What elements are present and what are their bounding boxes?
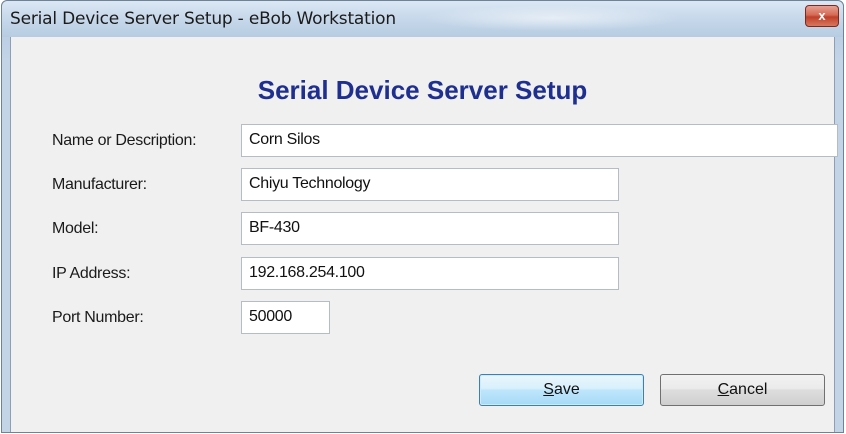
port-number-input[interactable]: 50000 xyxy=(241,301,330,334)
manufacturer-label: Manufacturer: xyxy=(52,176,147,193)
cancel-mnemonic: C xyxy=(717,381,730,398)
model-label: Model: xyxy=(52,220,99,237)
dialog-client-area: Serial Device Server Setup Name or Descr… xyxy=(10,37,838,432)
save-label: ave xyxy=(553,381,580,398)
ip-address-label: IP Address: xyxy=(52,265,131,282)
port-number-label: Port Number: xyxy=(52,309,144,326)
name-description-input[interactable]: Corn Silos xyxy=(241,124,838,157)
save-button[interactable]: Save xyxy=(479,374,644,406)
dialog-window: Serial Device Server Setup - eBob Workst… xyxy=(1,0,844,433)
model-input[interactable]: BF-430 xyxy=(241,212,619,245)
cancel-label: ancel xyxy=(729,381,768,398)
title-bar[interactable]: Serial Device Server Setup - eBob Workst… xyxy=(2,1,843,37)
window-title: Serial Device Server Setup - eBob Workst… xyxy=(10,9,396,29)
form-heading: Serial Device Server Setup xyxy=(257,75,588,105)
name-label: Name or Description: xyxy=(52,132,197,149)
manufacturer-input[interactable]: Chiyu Technology xyxy=(241,168,619,201)
cancel-button[interactable]: Cancel xyxy=(660,374,825,406)
close-button[interactable]: x xyxy=(805,5,839,27)
ip-address-input[interactable]: 192.168.254.100 xyxy=(241,257,619,290)
save-mnemonic: S xyxy=(543,381,554,398)
close-icon[interactable]: x xyxy=(818,8,825,23)
